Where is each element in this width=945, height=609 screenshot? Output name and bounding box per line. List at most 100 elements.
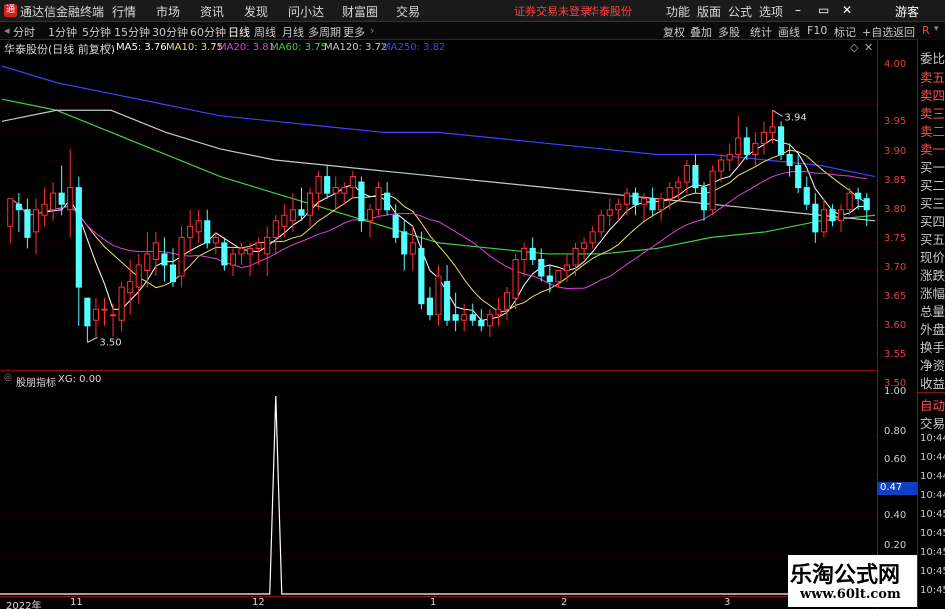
candle-up bbox=[229, 253, 237, 266]
menu-trade[interactable]: 交易 bbox=[396, 3, 420, 20]
ma60-label: MA60: 3.75 bbox=[270, 42, 328, 53]
diamond-icon[interactable]: ◇ bbox=[850, 41, 858, 54]
tool-multi-stock[interactable]: 多股 bbox=[718, 24, 740, 40]
side-label: 买五 bbox=[920, 232, 945, 247]
candle-down bbox=[743, 137, 750, 155]
candle-up bbox=[572, 247, 579, 266]
menu-news[interactable]: 资讯 bbox=[200, 3, 224, 20]
date-axis: 2022年 11 12 1 2 3 bbox=[0, 596, 877, 609]
period-1m[interactable]: 1分钟 bbox=[48, 24, 77, 40]
side-label: 买二 bbox=[920, 178, 945, 193]
period-more[interactable]: 更多 bbox=[343, 24, 365, 40]
candle-down bbox=[161, 253, 168, 266]
menu-layout[interactable]: 版面 bbox=[697, 3, 721, 20]
side-label: 卖五 bbox=[920, 70, 945, 85]
indicator-chart[interactable] bbox=[0, 388, 877, 596]
side-label: 买一 bbox=[920, 160, 945, 175]
candle-up bbox=[272, 220, 279, 238]
tool-draw[interactable]: 画线 bbox=[778, 24, 800, 40]
tool-mark[interactable]: 标记 bbox=[834, 24, 856, 40]
candle-up bbox=[486, 314, 493, 327]
period-multi[interactable]: 多周期 bbox=[308, 24, 341, 40]
candle-up bbox=[563, 264, 571, 272]
side-trade-label[interactable]: 交易 bbox=[920, 413, 945, 432]
more-arrow-icon[interactable]: › bbox=[370, 24, 374, 37]
xg-series-line bbox=[0, 395, 877, 595]
candle-down bbox=[298, 209, 305, 216]
watermark-url: www.60lt.com bbox=[800, 587, 901, 602]
tool-overlay[interactable]: 叠加 bbox=[690, 24, 712, 40]
restore-icon[interactable]: ▭ bbox=[818, 3, 829, 17]
menu-bar: 通 通达信金融终端 行情 市场 资讯 发现 问小达 财富圈 交易 证券交易未登录… bbox=[0, 0, 945, 22]
candle-up bbox=[709, 170, 716, 211]
login-notice[interactable]: 证券交易未登录 bbox=[514, 3, 591, 19]
menu-formula[interactable]: 公式 bbox=[728, 3, 752, 20]
menu-quotes[interactable]: 行情 bbox=[112, 3, 136, 20]
tool-f10[interactable]: F10 bbox=[807, 24, 827, 37]
high-label: 3.94 bbox=[785, 112, 807, 123]
period-60m[interactable]: 60分钟 bbox=[190, 24, 226, 40]
side-arrow-icon[interactable]: ▾ bbox=[934, 24, 939, 34]
tool-stats[interactable]: 统计 bbox=[750, 24, 772, 40]
panel-arrow-icon[interactable]: ◂ bbox=[4, 24, 10, 37]
candle-up bbox=[366, 209, 374, 222]
menu-wealth[interactable]: 财富圈 bbox=[342, 3, 378, 20]
candle-up bbox=[615, 203, 622, 211]
menu-discover[interactable]: 发现 bbox=[244, 3, 268, 20]
side-r-icon[interactable]: R bbox=[922, 24, 930, 37]
side-label: 涨跌 bbox=[920, 268, 945, 283]
period-5m[interactable]: 5分钟 bbox=[82, 24, 111, 40]
candle-down bbox=[204, 220, 211, 244]
tool-adjust[interactable]: 复权 bbox=[663, 24, 685, 40]
date-label-11: 11 bbox=[70, 597, 83, 608]
watermark: 乐淘公式网 www.60lt.com bbox=[788, 555, 917, 607]
candle-up bbox=[152, 242, 159, 260]
candlestick-chart[interactable]: 3.94 3.50 bbox=[0, 55, 877, 370]
low-label: 3.50 bbox=[99, 337, 121, 348]
period-15m[interactable]: 15分钟 bbox=[114, 24, 150, 40]
indicator-tick: 0.60 bbox=[884, 454, 907, 465]
menu-function[interactable]: 功能 bbox=[666, 3, 690, 20]
time-item: 10:45 bbox=[920, 566, 945, 577]
close-icon[interactable]: ✕ bbox=[842, 3, 852, 17]
ma-legend: 华泰股份(日线 前复权) ◎ MA5: 3.76 MA10: 3.75 MA20… bbox=[0, 40, 877, 56]
period-30m[interactable]: 30分钟 bbox=[152, 24, 188, 40]
price-axis: 4.00 3.95 3.90 3.85 3.80 3.75 3.70 3.65 … bbox=[877, 40, 917, 609]
indicator-tick: 0.80 bbox=[884, 426, 907, 437]
side-label: 买三 bbox=[920, 196, 945, 211]
period-monthly[interactable]: 月线 bbox=[282, 24, 304, 40]
price-tick: 3.70 bbox=[884, 262, 907, 273]
settings-icon[interactable]: ◎ bbox=[104, 42, 112, 52]
minimize-icon[interactable]: – bbox=[795, 3, 801, 17]
candle-down bbox=[692, 165, 699, 189]
tool-add-watchlist[interactable]: +自选 bbox=[862, 24, 893, 40]
guest-label[interactable]: 游客 bbox=[895, 3, 919, 20]
candle-up bbox=[606, 209, 613, 216]
close-chart-icon[interactable]: ✕ bbox=[864, 41, 873, 54]
candle-up bbox=[718, 159, 725, 172]
low-pointer bbox=[87, 336, 98, 343]
side-label: 净资 bbox=[920, 358, 945, 373]
candle-up bbox=[255, 242, 262, 249]
candle-down bbox=[812, 203, 819, 233]
date-label-2: 2 bbox=[561, 597, 568, 608]
candle-up bbox=[555, 270, 562, 283]
menu-options[interactable]: 选项 bbox=[759, 3, 783, 20]
menu-ask[interactable]: 问小达 bbox=[288, 3, 324, 20]
period-daily[interactable]: 日线 bbox=[228, 24, 250, 40]
ma120-label: MA120: 3.72 bbox=[324, 42, 388, 53]
period-weekly[interactable]: 周线 bbox=[254, 24, 276, 40]
indicator-value: XG: 0.00 bbox=[58, 374, 102, 385]
candle-down bbox=[221, 242, 228, 266]
ma5-label: MA5: 3.76 bbox=[116, 42, 167, 53]
period-tick[interactable]: 分时 bbox=[13, 24, 35, 40]
price-tick: 3.75 bbox=[884, 233, 907, 244]
candle-down bbox=[358, 181, 365, 222]
app-title: 通达信金融终端 bbox=[20, 5, 105, 19]
candle-up bbox=[41, 203, 48, 216]
tool-back[interactable]: 返回 bbox=[893, 24, 915, 40]
side-auto-label[interactable]: 自动 bbox=[920, 395, 945, 414]
ma20-label: MA20: 3.81 bbox=[218, 42, 276, 53]
settings-icon[interactable]: ◎ bbox=[4, 373, 12, 383]
menu-market[interactable]: 市场 bbox=[156, 3, 180, 20]
